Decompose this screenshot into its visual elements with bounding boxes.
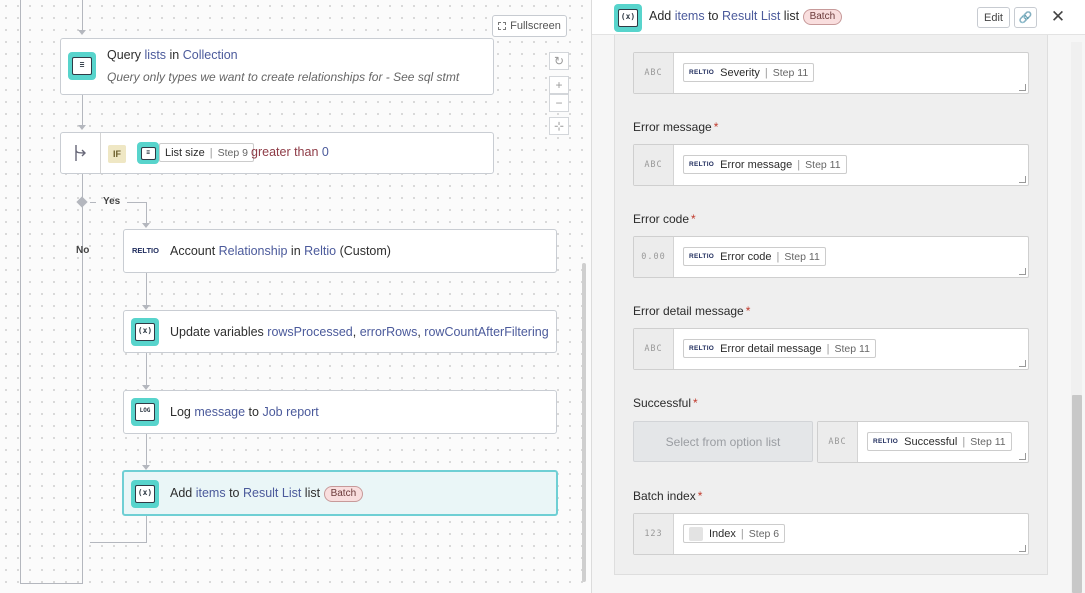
variable-icon: (x): [131, 318, 159, 346]
edit-button[interactable]: Edit: [977, 7, 1010, 28]
fullscreen-button[interactable]: Fullscreen: [492, 15, 567, 37]
workflow-canvas[interactable]: Fullscreen ↻ + − ⊹ ≡ Query lists in Coll…: [0, 0, 591, 593]
resize-handle[interactable]: [1019, 176, 1026, 183]
outer-loop-line: [20, 583, 83, 584]
datapill[interactable]: RELTIO Error code | Step 11: [683, 247, 826, 266]
batch-index-field[interactable]: 123 Index | Step 6: [633, 513, 1029, 555]
query-step-title: Query lists in Collection: [107, 48, 238, 62]
panel-title: Add items to Result List list Batch: [649, 9, 843, 25]
connector-line: [146, 202, 147, 224]
rotate-icon: ↻: [553, 54, 565, 68]
add-items-step[interactable]: (x) Add items to Result List list Batch: [122, 470, 558, 516]
connector-line: [90, 542, 147, 543]
resize-handle[interactable]: [1019, 84, 1026, 91]
type-indicator: ABC: [818, 422, 858, 462]
connector-arrow: [78, 125, 86, 130]
connector-line: [146, 273, 147, 306]
minus-icon: −: [555, 96, 563, 110]
update-step-title: Update variables rowsProcessed, errorRow…: [170, 325, 549, 339]
resize-handle[interactable]: [1019, 453, 1026, 460]
fullscreen-icon: [498, 22, 507, 30]
connector-line: [146, 434, 147, 466]
connector-line: [82, 174, 83, 584]
close-button[interactable]: ✕: [1049, 7, 1067, 26]
collection-icon: ≡: [137, 142, 159, 164]
error-detail-message-field[interactable]: ABC RELTIO Error detail message | Step 11: [633, 328, 1029, 370]
log-icon: LOG: [131, 398, 159, 426]
zoom-out-button[interactable]: −: [549, 94, 569, 112]
add-step-title: Add items to Result List list Batch: [170, 486, 364, 502]
query-step[interactable]: ≡ Query lists in Collection Query only t…: [60, 38, 494, 95]
connector-arrow: [142, 223, 150, 228]
datapill[interactable]: RELTIO Error message | Step 11: [683, 155, 847, 174]
query-step-description: Query only types we want to create relat…: [107, 70, 460, 84]
panel-scrollbar-thumb[interactable]: [1072, 395, 1082, 593]
resize-handle[interactable]: [1019, 545, 1026, 552]
field-label: Error detail message *: [633, 304, 751, 318]
severity-field[interactable]: ABC RELTIO Severity | Step 11: [633, 52, 1029, 94]
error-code-field[interactable]: 0.00 RELTIO Error code | Step 11: [633, 236, 1029, 278]
panel-header: (x) Add items to Result List list Batch …: [592, 0, 1085, 35]
if-badge: IF: [108, 145, 126, 163]
connector-line: [82, 95, 83, 127]
type-indicator: 0.00: [634, 237, 674, 277]
fullscreen-label: Fullscreen: [510, 20, 561, 32]
reltio-icon: RELTIO: [132, 246, 159, 255]
connector-line: [127, 202, 146, 203]
link-icon: 🔗: [1018, 12, 1033, 24]
resize-handle[interactable]: [1019, 360, 1026, 367]
type-indicator: ABC: [634, 145, 674, 185]
batch-badge: Batch: [802, 9, 843, 25]
plus-icon: +: [555, 78, 563, 92]
resize-handle[interactable]: [1019, 268, 1026, 275]
field-label: Error code *: [633, 212, 696, 226]
reltio-step[interactable]: RELTIO Account Relationship in Reltio (C…: [123, 229, 557, 273]
step-config-panel: (x) Add items to Result List list Batch …: [591, 0, 1085, 593]
fit-view-button[interactable]: ⊹: [549, 117, 569, 135]
datapill[interactable]: RELTIO Error detail message | Step 11: [683, 339, 876, 358]
list-size-pill: List size | Step 9: [159, 143, 254, 162]
if-condition: greater than 0: [251, 145, 329, 159]
log-step[interactable]: LOG Log message to Job report: [123, 390, 557, 434]
field-label: Error message *: [633, 120, 719, 134]
connector-arrow: [78, 30, 86, 35]
successful-select[interactable]: Select from option list: [633, 421, 813, 462]
type-indicator: ABC: [634, 329, 674, 369]
log-step-title: Log message to Job report: [170, 405, 319, 419]
batch-badge: Batch: [323, 486, 364, 502]
input-fields-form: ABC RELTIO Severity | Step 11 Error message…: [614, 35, 1048, 575]
canvas-scrollbar[interactable]: [582, 263, 586, 582]
datapill[interactable]: Index | Step 6: [683, 524, 786, 543]
update-variables-step[interactable]: (x) Update variables rowsProcessed, erro…: [123, 310, 557, 353]
successful-field[interactable]: ABC RELTIO Successful | Step 11: [817, 421, 1029, 463]
branch-icon: [61, 133, 101, 173]
branch-diamond: [76, 196, 88, 208]
field-label: Successful *: [633, 396, 698, 410]
close-icon: ✕: [1050, 7, 1066, 26]
connector-line: [146, 353, 147, 386]
variable-icon: (x): [614, 4, 642, 32]
collection-icon: ≡: [68, 52, 96, 80]
field-label: Batch index *: [633, 489, 703, 503]
error-message-field[interactable]: ABC RELTIO Error message | Step 11: [633, 144, 1029, 186]
zoom-in-button[interactable]: +: [549, 76, 569, 94]
reltio-step-title: Account Relationship in Reltio (Custom): [170, 244, 391, 258]
outer-loop-line: [20, 0, 21, 584]
no-branch-label: No: [76, 245, 90, 256]
yes-branch-label: Yes: [103, 196, 121, 207]
connector-line: [82, 0, 83, 33]
reset-zoom-button[interactable]: ↻: [549, 52, 569, 70]
variable-icon: (x): [131, 480, 159, 508]
connector-line: [146, 516, 147, 542]
type-indicator: 123: [634, 514, 674, 554]
datapill[interactable]: RELTIO Successful | Step 11: [867, 432, 1012, 451]
if-step[interactable]: IF ≡ List size | Step 9 greater than 0: [60, 132, 494, 174]
type-indicator: ABC: [634, 53, 674, 93]
loop-icon: [689, 526, 703, 541]
connector-line: [90, 202, 96, 203]
link-button[interactable]: 🔗: [1014, 7, 1037, 28]
datapill[interactable]: RELTIO Severity | Step 11: [683, 63, 815, 82]
fit-icon: ⊹: [553, 119, 565, 133]
